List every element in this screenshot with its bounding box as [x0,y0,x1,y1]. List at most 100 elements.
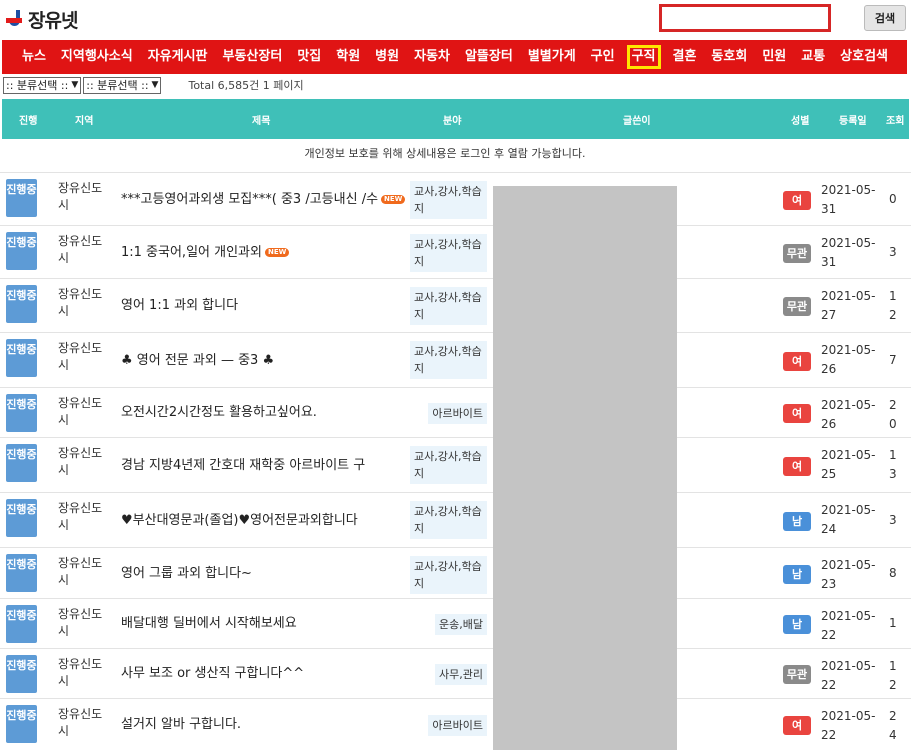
post-title-link[interactable]: ***고등영어과외생 모집***( 중3 /고등내신 /수 NEW [121,190,406,209]
logo-text: 장유넷 [28,10,78,32]
post-title-link[interactable]: 사무 보조 or 생산직 구합니다^^ [121,664,406,683]
nav-item[interactable]: 학원 [333,45,363,69]
post-title-link[interactable]: 경남 지방4년제 간호대 재학중 아르바이트 구 [121,456,406,475]
nav-item[interactable]: 결혼 [670,45,700,69]
view-count: 3 [889,244,897,259]
chevron-down-icon: ▼ [151,80,159,90]
gender-badge: 여 [783,456,811,476]
table-row[interactable]: 진행중 장유신도시 배달대행 딜버에서 시작해보세요 운송,배달 남 2021-05-22… [0,598,911,648]
view-count: 7 [889,352,897,367]
nav-item[interactable]: 구직 [626,45,661,69]
table-row[interactable]: 진행중 장유신도시 오전시간2시간정도 활용하고싶어요. 아르바이트 여 2021-05-… [0,387,911,437]
nav-item[interactable]: 별별가게 [525,45,579,69]
post-title-link[interactable]: 영어 1:1 과외 합니다 [121,296,406,315]
table-row[interactable]: 진행중 장유신도시 경남 지방4년제 간호대 재학중 아르바이트 구 교사,강사,학습… [0,437,911,492]
nav-item[interactable]: 자동차 [411,45,453,69]
table-row[interactable]: 진행중 장유신도시 1:1 중국어,일어 개인과외 NEW 교사,강사,학습지 무관 202… [0,225,911,278]
gender-badge: 여 [783,190,811,210]
table-row[interactable]: 진행중 장유신도시 설거지 알바 구합니다. 아르바이트 여 2021-05-22 24 [0,698,911,750]
new-badge: NEW [264,247,290,257]
gender-badge: 무관 [783,665,811,684]
header-gender: 성별 [791,116,810,127]
table-row[interactable]: 진행중 장유신도시 영어 1:1 과외 합니다 교사,강사,학습지 무관 2021-05-… [0,278,911,332]
view-count: 0 [889,191,897,206]
header-category: 분야 [443,116,462,127]
post-date: 2021-05-25 [821,448,876,481]
table-row[interactable]: 진행중 장유신도시 사무 보조 or 생산직 구합니다^^ 사무,관리 무관 2021-0… [0,648,911,698]
category-tag: 교사,강사,학습지 [410,341,487,379]
post-title-link[interactable]: 1:1 중국어,일어 개인과외 NEW [121,243,406,262]
post-title-link[interactable]: 영어 그룹 과외 합니다~ [121,564,406,583]
search-input[interactable] [659,4,831,32]
nav-item[interactable]: 상호검색 [837,45,891,69]
category-tag: 사무,관리 [435,664,487,685]
post-title-text[interactable]: ♥부산대영문과(졸업)♥영어전문과외합니다 [121,513,358,528]
table-row[interactable]: 진행중 장유신도시 ***고등영어과외생 모집***( 중3 /고등내신 /수 NEW… [0,172,911,225]
header-status: 진행 [19,116,38,127]
status-badge: 진행중 [6,179,37,217]
main-nav: 뉴스 지역행사소식 자유게시판 부동산장터 맛집 학원 병원 자동차 알뜰장터 별별가게 구인 구직 결… [2,40,907,74]
post-title-link[interactable]: 배달대행 딜버에서 시작해보세요 [121,614,406,633]
post-title-link[interactable]: ♥부산대영문과(졸업)♥영어전문과외합니다 [121,511,406,530]
region-label: 장유신도시 [58,501,103,532]
site-logo[interactable]: 장유넷 [6,6,78,33]
post-title-text[interactable]: 오전시간2시간정도 활용하고싶어요. [121,405,317,420]
nav-item[interactable]: 지역행사소식 [58,45,136,69]
category-select-2[interactable]: :: 분류선택 :: ▼ [83,76,162,94]
nav-item[interactable]: 뉴스 [19,45,49,69]
post-title-text[interactable]: 설거지 알바 구합니다. [121,717,241,732]
gender-badge: 남 [783,564,811,584]
gender-badge: 여 [783,404,811,423]
category-select-1[interactable]: :: 분류선택 :: ▼ [3,76,82,94]
nav-item[interactable]: 구인 [588,45,618,69]
nav-item[interactable]: 병원 [372,45,402,69]
region-label: 장유신도시 [58,707,103,738]
category-tag: 교사,강사,학습지 [410,556,487,594]
gender-badge: 여 [783,351,811,371]
total-count: Total 6,585건 1 페이지 [188,79,304,92]
table-row[interactable]: 진행중 장유신도시 영어 그룹 과외 합니다~ 교사,강사,학습지 남 2021-05-2… [0,547,911,598]
post-title-text[interactable]: ***고등영어과외생 모집***( 중3 /고등내신 /수 [121,192,378,207]
nav-item[interactable]: 동호회 [708,45,750,69]
category-tag: 교사,강사,학습지 [410,234,487,272]
post-title-link[interactable]: 오전시간2시간정도 활용하고싶어요. [121,403,406,422]
nav-item[interactable]: 부동산장터 [220,45,286,69]
logo-mark-icon [6,9,24,30]
category-tag: 교사,강사,학습지 [410,287,487,325]
status-badge: 진행중 [6,339,37,377]
post-title-link[interactable]: 설거지 알바 구합니다. [121,715,406,734]
category-tag: 교사,강사,학습지 [410,446,487,484]
header-date: 등록일 [839,116,867,127]
post-title-text[interactable]: 경남 지방4년제 간호대 재학중 아르바이트 구 [121,458,365,473]
nav-item[interactable]: 교통 [798,45,828,69]
view-count: 12 [889,659,897,692]
view-count: 3 [889,512,897,527]
category-tag: 교사,강사,학습지 [410,501,487,539]
category-tag: 아르바이트 [428,715,487,736]
nav-item[interactable]: 민원 [759,45,789,69]
status-badge: 진행중 [6,655,37,693]
login-notice: 개인정보 보호를 위해 상세내용은 로그인 후 열람 가능합니다. [304,147,586,160]
region-label: 장유신도시 [58,446,103,477]
search-button[interactable]: 검색 [864,5,906,31]
region-label: 장유신도시 [58,556,103,587]
post-title-text[interactable]: 영어 1:1 과외 합니다 [121,298,238,313]
post-title-text[interactable]: 사무 보조 or 생산직 구합니다^^ [121,666,304,681]
header-views: 조회 [886,116,905,127]
table-row[interactable]: 진행중 장유신도시 ♣ 영어 전문 과외 — 중3 ♣ 교사,강사,학습지 여 2021-… [0,332,911,387]
post-title-link[interactable]: ♣ 영어 전문 과외 — 중3 ♣ [121,351,406,370]
nav-item[interactable]: 맛집 [294,45,324,69]
author-column-redacted [493,186,677,750]
post-title-text[interactable]: ♣ 영어 전문 과외 — 중3 ♣ [121,353,274,368]
new-badge: NEW [381,194,406,204]
region-label: 장유신도시 [58,234,103,265]
post-title-text[interactable]: 영어 그룹 과외 합니다~ [121,566,252,581]
post-title-text[interactable]: 1:1 중국어,일어 개인과외 [121,245,262,260]
nav-item[interactable]: 자유게시판 [145,45,211,69]
nav-item[interactable]: 알뜰장터 [462,45,516,69]
table-header: 진행 지역 제목 분야 글쓴이 성별 등록일 조회 [2,99,909,139]
status-badge: 진행중 [6,605,37,643]
post-title-text[interactable]: 배달대행 딜버에서 시작해보세요 [121,616,297,631]
table-row[interactable]: 진행중 장유신도시 ♥부산대영문과(졸업)♥영어전문과외합니다 교사,강사,학습지 남 2… [0,492,911,547]
region-label: 장유신도시 [58,396,103,427]
